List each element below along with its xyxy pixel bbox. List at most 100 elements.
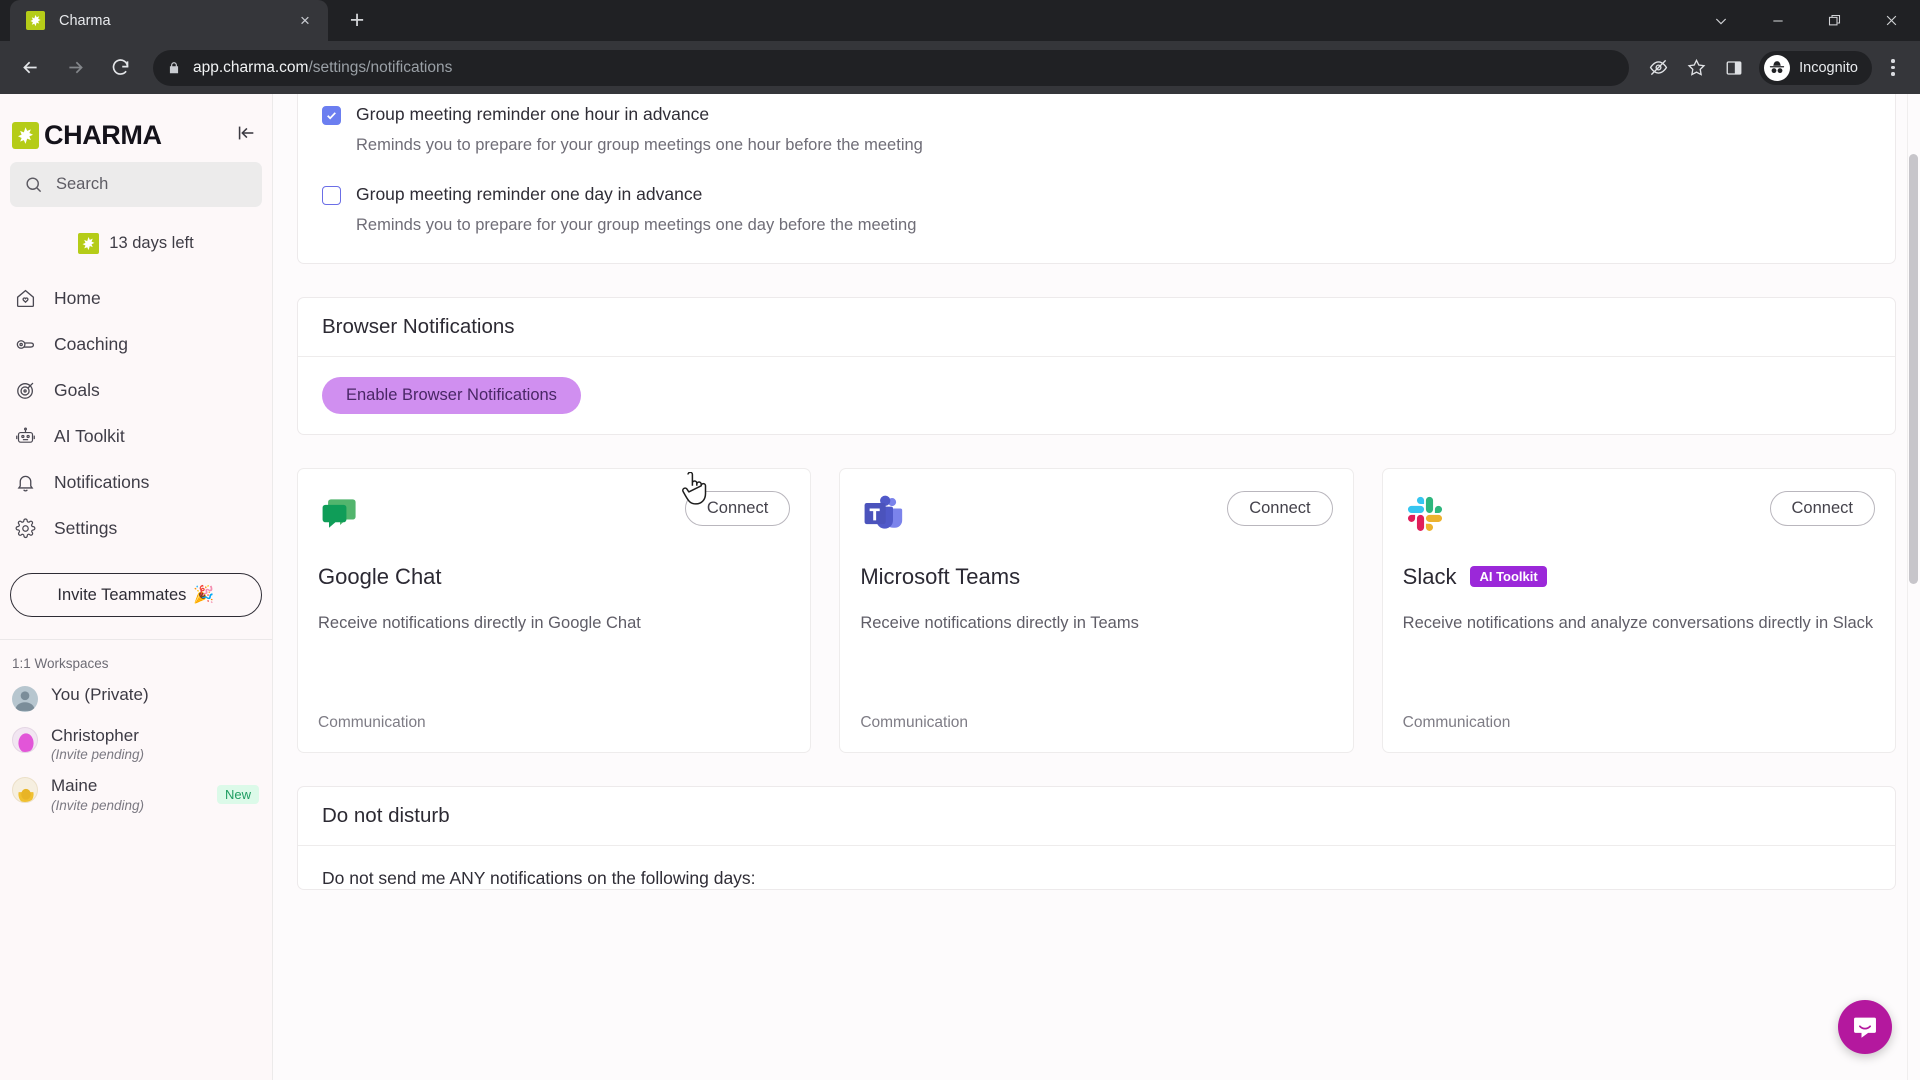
reload-icon[interactable]	[102, 50, 138, 86]
avatar	[12, 727, 38, 753]
incognito-indicator[interactable]: Incognito	[1759, 50, 1872, 85]
page-viewport: CHARMA Search 13 days left Home Coaching…	[0, 94, 1920, 1080]
new-tab-button[interactable]: +	[340, 3, 374, 37]
card-header: Connect	[860, 490, 1333, 537]
sidebar-item-label: Goals	[54, 379, 100, 400]
sidebar-item-label: Notifications	[54, 471, 150, 492]
page-scrollbar[interactable]	[1907, 94, 1920, 1080]
status-badge: New	[216, 785, 259, 805]
integration-name: Microsoft Teams	[860, 563, 1021, 589]
integration-card-microsoft-teams[interactable]: Connect Microsoft Teams Receive notifica…	[839, 467, 1354, 753]
integration-category: Communication	[860, 713, 969, 731]
sidebar-item-label: Home	[54, 287, 101, 308]
integrations-row: Connect Google Chat Receive notification…	[297, 467, 1896, 753]
ai-toolkit-badge: AI Toolkit	[1470, 566, 1547, 588]
workspace-item-maine[interactable]: Maine (Invite pending) New	[0, 762, 272, 813]
workspace-item-you[interactable]: You (Private)	[0, 671, 272, 712]
sidebar-item-ai-toolkit[interactable]: AI Toolkit	[0, 413, 272, 459]
card-header: Connect	[1403, 490, 1875, 537]
trial-banner[interactable]: 13 days left	[0, 221, 272, 265]
integration-description: Receive notifications directly in Teams	[860, 613, 1139, 632]
workspace-item-christopher[interactable]: Christopher (Invite pending)	[0, 712, 272, 762]
browser-notifications-card: Browser Notifications Enable Browser Not…	[297, 296, 1896, 435]
maximize-icon[interactable]	[1806, 0, 1863, 41]
collapse-left-icon[interactable]	[234, 121, 258, 145]
browser-menu-icon[interactable]	[1878, 51, 1908, 85]
intercom-chat-icon[interactable]	[1838, 1000, 1892, 1054]
do-not-disturb-card: Do not disturb Do not send me ANY notifi…	[297, 785, 1896, 890]
option-label: Group meeting reminder one day in advanc…	[356, 184, 703, 205]
lock-icon	[167, 61, 181, 75]
sidebar-item-label: AI Toolkit	[54, 425, 125, 446]
brand[interactable]: CHARMA	[0, 94, 272, 156]
connect-button[interactable]: Connect	[1769, 490, 1875, 526]
option-row-one-day[interactable]: Group meeting reminder one day in advanc…	[322, 184, 1871, 206]
address-bar[interactable]: app.charma.com/settings/notifications	[153, 49, 1630, 86]
target-icon	[14, 379, 37, 402]
integration-description: Receive notifications and analyze conver…	[1402, 613, 1874, 632]
chevron-down-icon[interactable]	[1692, 0, 1749, 41]
workspace-status: (Invite pending)	[51, 797, 145, 813]
workspaces-heading: 1:1 Workspaces	[12, 656, 109, 671]
invite-teammates-button[interactable]: Invite Teammates 🎉	[10, 573, 262, 617]
charma-starburst-icon	[26, 11, 45, 30]
trial-star-icon	[78, 232, 100, 254]
star-icon[interactable]	[1679, 51, 1713, 85]
card-title-row: Slack AI Toolkit	[1403, 564, 1875, 590]
browser-tab-charma[interactable]: Charma ×	[10, 0, 328, 41]
settings-notifications-page: Group meeting reminder one hour in advan…	[273, 94, 1920, 1080]
sidebar-item-label: Coaching	[54, 333, 128, 354]
window-controls	[1692, 0, 1920, 41]
trial-label: 13 days left	[109, 233, 194, 252]
workspace-name: Christopher	[51, 726, 139, 745]
enable-browser-notifications-button[interactable]: Enable Browser Notifications	[322, 376, 581, 414]
gear-icon	[14, 517, 37, 540]
tab-close-icon[interactable]: ×	[294, 10, 316, 32]
incognito-icon	[1764, 54, 1791, 81]
invite-section: Invite Teammates 🎉	[0, 551, 272, 617]
checkbox-one-hour[interactable]	[322, 106, 341, 125]
incognito-label: Incognito	[1799, 59, 1858, 76]
url-text: app.charma.com/settings/notifications	[193, 59, 452, 77]
sidebar-nav: Home Coaching Goals AI Toolkit Notificat…	[0, 275, 272, 551]
sidebar-item-label: Settings	[54, 517, 118, 538]
do-not-disturb-description: Do not send me ANY notifications on the …	[322, 867, 756, 888]
sidebar-item-coaching[interactable]: Coaching	[0, 321, 272, 367]
avatar	[12, 777, 38, 804]
sidebar-item-home[interactable]: Home	[0, 275, 272, 321]
forward-icon[interactable]	[57, 50, 93, 86]
workspace-status: (Invite pending)	[51, 747, 145, 763]
app-sidebar: CHARMA Search 13 days left Home Coaching…	[0, 94, 273, 1080]
search-input[interactable]: Search	[10, 162, 262, 207]
eye-slash-icon[interactable]	[1641, 51, 1675, 85]
sidebar-item-settings[interactable]: Settings	[0, 505, 272, 551]
tab-title: Charma	[59, 12, 111, 29]
microsoft-teams-icon	[860, 491, 906, 537]
connect-button[interactable]: Connect	[684, 490, 791, 526]
robot-icon	[14, 425, 37, 448]
minimize-icon[interactable]	[1749, 0, 1806, 41]
avatar	[12, 686, 38, 712]
integration-description: Receive notifications directly in Google…	[318, 613, 641, 632]
scrollbar-thumb[interactable]	[1909, 154, 1918, 584]
whistle-icon	[14, 333, 37, 356]
close-icon[interactable]	[1863, 0, 1920, 41]
sidebar-item-goals[interactable]: Goals	[0, 367, 272, 413]
back-icon[interactable]	[12, 50, 48, 86]
option-label: Group meeting reminder one hour in advan…	[356, 104, 710, 124]
do-not-disturb-title: Do not disturb	[298, 787, 1895, 846]
browser-window: Charma × + app.charma.com/settings/notif…	[0, 0, 1920, 1080]
connect-button[interactable]: Connect	[1227, 490, 1333, 526]
bell-icon	[14, 471, 37, 494]
side-panel-icon[interactable]	[1717, 51, 1751, 85]
integration-card-slack[interactable]: Connect Slack AI Toolkit Receive notific…	[1381, 467, 1896, 753]
meeting-reminders-card: Group meeting reminder one hour in advan…	[297, 94, 1896, 264]
party-popper-icon: 🎉	[193, 585, 215, 604]
card-title-row: Microsoft Teams	[860, 564, 1332, 590]
option-row-one-hour[interactable]: Group meeting reminder one hour in advan…	[322, 104, 1871, 126]
browser-toolbar: app.charma.com/settings/notifications In…	[0, 41, 1920, 94]
sidebar-item-notifications[interactable]: Notifications	[0, 459, 272, 505]
integration-card-google-chat[interactable]: Connect Google Chat Receive notification…	[297, 467, 812, 753]
checkbox-one-day[interactable]	[322, 186, 341, 206]
card-header: Connect	[318, 490, 791, 537]
